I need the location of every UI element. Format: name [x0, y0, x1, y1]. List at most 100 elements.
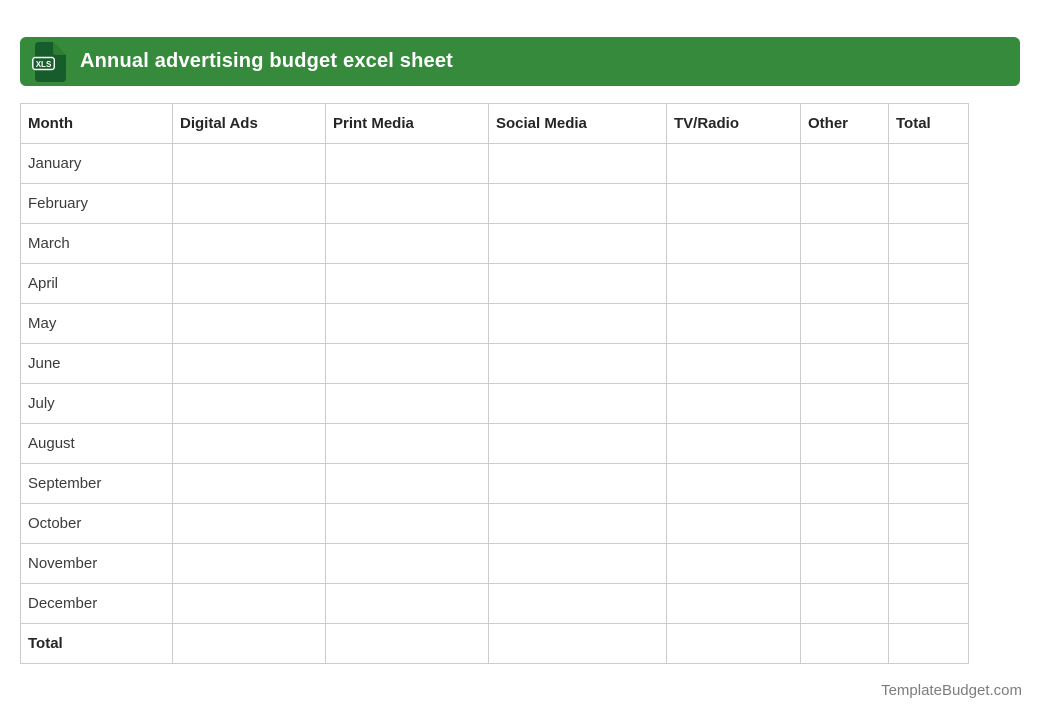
column-header-total: Total [888, 103, 969, 144]
data-cell [172, 143, 326, 184]
table-row-january: January [20, 143, 969, 184]
data-cell [325, 543, 489, 584]
data-cell [800, 383, 889, 424]
data-cell [325, 623, 489, 664]
table-row-november: November [20, 543, 969, 584]
column-header-digital-ads: Digital Ads [172, 103, 326, 144]
data-cell [888, 463, 969, 504]
data-cell [666, 503, 801, 544]
data-cell [666, 383, 801, 424]
data-cell [888, 503, 969, 544]
data-cell [888, 303, 969, 344]
table-row-february: February [20, 183, 969, 224]
month-cell: June [20, 343, 173, 384]
data-cell [888, 143, 969, 184]
table-row-total: Total [20, 623, 969, 664]
data-cell [488, 343, 667, 384]
data-cell [172, 343, 326, 384]
data-cell [172, 303, 326, 344]
data-cell [888, 263, 969, 304]
data-cell [888, 543, 969, 584]
month-cell: August [20, 423, 173, 464]
data-cell [800, 583, 889, 624]
column-header-print-media: Print Media [325, 103, 489, 144]
data-cell [666, 343, 801, 384]
data-cell [172, 263, 326, 304]
page-title: Annual advertising budget excel sheet [80, 50, 454, 72]
data-cell [800, 303, 889, 344]
data-cell [325, 303, 489, 344]
month-cell: September [20, 463, 173, 504]
table-row-september: September [20, 463, 969, 504]
data-cell [172, 183, 326, 224]
data-cell [888, 343, 969, 384]
table-row-october: October [20, 503, 969, 544]
data-cell [488, 583, 667, 624]
month-cell: November [20, 543, 173, 584]
month-cell: January [20, 143, 173, 184]
data-cell [325, 583, 489, 624]
column-header-other: Other [800, 103, 889, 144]
data-cell [172, 463, 326, 504]
table-row-june: June [20, 343, 969, 384]
data-cell [666, 623, 801, 664]
month-cell: April [20, 263, 173, 304]
data-cell [666, 263, 801, 304]
data-cell [325, 383, 489, 424]
data-cell [488, 263, 667, 304]
data-cell [488, 383, 667, 424]
data-cell [666, 223, 801, 264]
data-cell [325, 503, 489, 544]
table-row-march: March [20, 223, 969, 264]
data-cell [325, 463, 489, 504]
month-cell: July [20, 383, 173, 424]
table-row-december: December [20, 583, 969, 624]
data-cell [488, 463, 667, 504]
month-cell: February [20, 183, 173, 224]
data-cell [325, 143, 489, 184]
xls-icon-label: XLS [36, 59, 52, 68]
data-cell [488, 543, 667, 584]
data-cell [888, 223, 969, 264]
data-cell [888, 183, 969, 224]
data-cell [488, 143, 667, 184]
data-cell [800, 503, 889, 544]
data-cell [666, 583, 801, 624]
data-cell [800, 623, 889, 664]
data-cell [488, 423, 667, 464]
data-cell [800, 423, 889, 464]
data-cell [172, 583, 326, 624]
data-cell [800, 143, 889, 184]
budget-table: Month Digital Ads Print Media Social Med… [20, 103, 969, 664]
title-banner: XLS Annual advertising budget excel shee… [20, 37, 1020, 86]
data-cell [888, 623, 969, 664]
site-credit: TemplateBudget.com [881, 682, 1022, 699]
table-header-row: Month Digital Ads Print Media Social Med… [20, 103, 969, 144]
data-cell [888, 583, 969, 624]
data-cell [325, 263, 489, 304]
data-cell [666, 143, 801, 184]
table-row-may: May [20, 303, 969, 344]
data-cell [172, 543, 326, 584]
data-cell [666, 543, 801, 584]
data-cell [488, 223, 667, 264]
data-cell [325, 423, 489, 464]
month-cell: December [20, 583, 173, 624]
data-cell [800, 263, 889, 304]
column-header-tv-radio: TV/Radio [666, 103, 801, 144]
data-cell [172, 383, 326, 424]
page: XLS Annual advertising budget excel shee… [0, 0, 1040, 720]
data-cell [325, 183, 489, 224]
table-row-april: April [20, 263, 969, 304]
data-cell [488, 183, 667, 224]
data-cell [666, 183, 801, 224]
data-cell [666, 303, 801, 344]
month-cell: March [20, 223, 173, 264]
data-cell [666, 463, 801, 504]
month-cell: October [20, 503, 173, 544]
data-cell [800, 343, 889, 384]
data-cell [488, 303, 667, 344]
table-row-august: August [20, 423, 969, 464]
total-label-cell: Total [20, 623, 173, 664]
data-cell [172, 503, 326, 544]
